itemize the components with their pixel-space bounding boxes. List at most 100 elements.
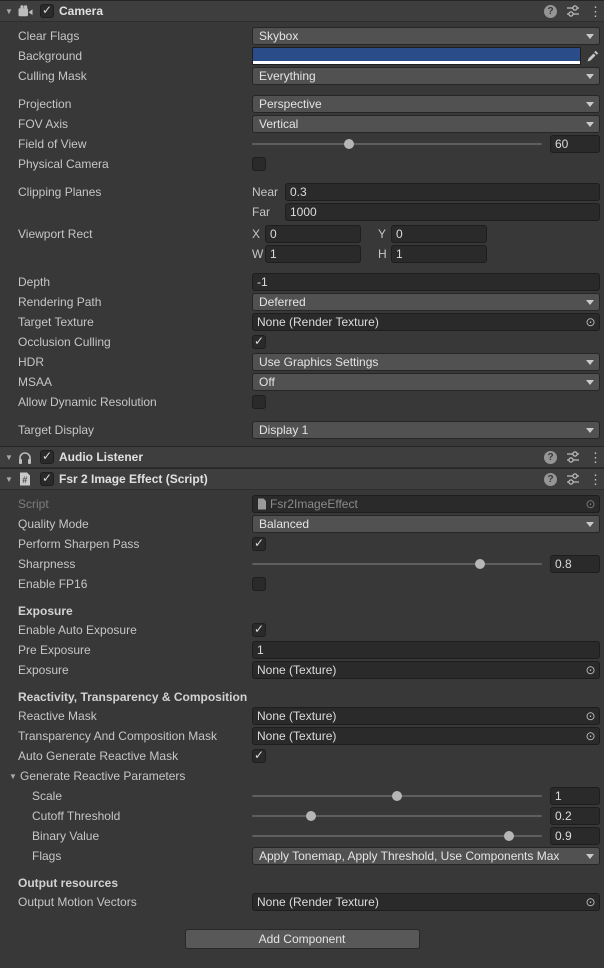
depth-input[interactable]: -1 xyxy=(252,273,600,291)
projection-dropdown[interactable]: Perspective xyxy=(252,95,600,113)
auto-generate-reactive-mask-checkbox[interactable] xyxy=(252,749,266,763)
occlusion-culling-checkbox[interactable] xyxy=(252,335,266,349)
cutoff-threshold-slider[interactable] xyxy=(252,808,542,824)
occlusion-culling-label: Occlusion Culling xyxy=(18,335,252,349)
kebab-menu-icon[interactable]: ⋮ xyxy=(589,451,597,464)
slider-thumb[interactable] xyxy=(306,811,316,821)
physical-camera-label: Physical Camera xyxy=(18,157,252,171)
slider-thumb[interactable] xyxy=(504,831,514,841)
flags-dropdown[interactable]: Apply Tonemap, Apply Threshold, Use Comp… xyxy=(252,847,600,865)
presets-icon[interactable] xyxy=(566,4,580,18)
slider-track[interactable] xyxy=(252,835,542,837)
background-color-swatch[interactable] xyxy=(252,47,581,65)
reactive-mask-field[interactable]: None (Texture) ⊙ xyxy=(252,707,600,725)
slider-thumb[interactable] xyxy=(392,791,402,801)
w-label: W xyxy=(252,247,265,261)
object-value: Fsr2ImageEffect xyxy=(270,497,358,511)
foldout-arrow-icon[interactable] xyxy=(6,772,20,781)
object-picker-icon[interactable]: ⊙ xyxy=(582,894,599,910)
object-picker-icon[interactable]: ⊙ xyxy=(582,314,599,330)
pre-exposure-label: Pre Exposure xyxy=(18,643,252,657)
target-texture-field[interactable]: None (Render Texture) ⊙ xyxy=(252,313,600,331)
viewport-w-input[interactable]: 1 xyxy=(265,245,361,263)
field-of-view-input[interactable]: 60 xyxy=(550,135,600,153)
presets-icon[interactable] xyxy=(566,450,580,464)
audio-listener-component-header[interactable]: Audio Listener ? ⋮ xyxy=(0,446,604,468)
slider-track[interactable] xyxy=(252,563,542,565)
foldout-arrow-icon[interactable] xyxy=(2,475,16,484)
chevron-down-icon xyxy=(586,122,594,127)
hdr-dropdown[interactable]: Use Graphics Settings xyxy=(252,353,600,371)
object-picker-icon[interactable]: ⊙ xyxy=(582,662,599,678)
output-motion-vectors-field[interactable]: None (Render Texture) ⊙ xyxy=(252,893,600,911)
near-input[interactable]: 0.3 xyxy=(285,183,600,201)
slider-thumb[interactable] xyxy=(344,139,354,149)
field-of-view-slider[interactable] xyxy=(252,136,542,152)
object-value: None (Texture) xyxy=(257,729,336,743)
slider-track[interactable] xyxy=(252,815,542,817)
slider-track[interactable] xyxy=(252,143,542,145)
output-motion-vectors-row: Output Motion Vectors None (Render Textu… xyxy=(0,892,604,912)
target-display-dropdown[interactable]: Display 1 xyxy=(252,421,600,439)
clear-flags-dropdown[interactable]: Skybox xyxy=(252,27,600,45)
help-icon[interactable]: ? xyxy=(544,451,557,464)
slider-thumb[interactable] xyxy=(475,559,485,569)
camera-enabled-checkbox[interactable] xyxy=(40,4,54,18)
eyedropper-icon[interactable] xyxy=(584,47,600,65)
enable-fp16-checkbox[interactable] xyxy=(252,577,266,591)
chevron-down-icon xyxy=(586,74,594,79)
pre-exposure-input[interactable]: 1 xyxy=(252,641,600,659)
perform-sharpen-pass-checkbox[interactable] xyxy=(252,537,266,551)
viewport-rect-label: Viewport Rect xyxy=(18,227,252,241)
far-input[interactable]: 1000 xyxy=(285,203,600,221)
allow-dynamic-resolution-checkbox[interactable] xyxy=(252,395,266,409)
binary-value-input[interactable]: 0.9 xyxy=(550,827,600,845)
fov-axis-dropdown[interactable]: Vertical xyxy=(252,115,600,133)
foldout-arrow-icon[interactable] xyxy=(2,453,16,462)
physical-camera-checkbox[interactable] xyxy=(252,157,266,171)
fsr2-component-header[interactable]: # Fsr 2 Image Effect (Script) ? ⋮ xyxy=(0,468,604,490)
help-icon[interactable]: ? xyxy=(544,5,557,18)
exposure-row: Exposure None (Texture) ⊙ xyxy=(0,660,604,680)
flags-label: Flags xyxy=(18,849,252,863)
object-picker-icon[interactable]: ⊙ xyxy=(582,728,599,744)
hdr-row: HDR Use Graphics Settings xyxy=(0,352,604,372)
scale-slider[interactable] xyxy=(252,788,542,804)
msaa-dropdown[interactable]: Off xyxy=(252,373,600,391)
binary-value-slider[interactable] xyxy=(252,828,542,844)
help-icon[interactable]: ? xyxy=(544,473,557,486)
kebab-menu-icon[interactable]: ⋮ xyxy=(589,473,597,486)
viewport-y-input[interactable]: 0 xyxy=(391,225,487,243)
dropdown-value: Balanced xyxy=(259,517,309,531)
transparency-mask-row: Transparency And Composition Mask None (… xyxy=(0,726,604,746)
viewport-x-input[interactable]: 0 xyxy=(265,225,361,243)
flags-row: Flags Apply Tonemap, Apply Threshold, Us… xyxy=(0,846,604,866)
add-component-button[interactable]: Add Component xyxy=(185,929,420,949)
generate-reactive-parameters-row[interactable]: Generate Reactive Parameters xyxy=(0,766,604,786)
culling-mask-dropdown[interactable]: Everything xyxy=(252,67,600,85)
fsr2-enabled-checkbox[interactable] xyxy=(40,472,54,486)
audio-listener-enabled-checkbox[interactable] xyxy=(40,450,54,464)
camera-component-header[interactable]: Camera ? ⋮ xyxy=(0,0,604,22)
object-picker-icon[interactable]: ⊙ xyxy=(582,708,599,724)
chevron-down-icon xyxy=(586,360,594,365)
enable-fp16-label: Enable FP16 xyxy=(18,577,252,591)
presets-icon[interactable] xyxy=(566,472,580,486)
scale-input[interactable]: 1 xyxy=(550,787,600,805)
sharpness-slider[interactable] xyxy=(252,556,542,572)
audio-listener-title: Audio Listener xyxy=(59,450,143,464)
quality-mode-dropdown[interactable]: Balanced xyxy=(252,515,600,533)
foldout-arrow-icon[interactable] xyxy=(2,7,16,16)
sharpness-input[interactable]: 0.8 xyxy=(550,555,600,573)
kebab-menu-icon[interactable]: ⋮ xyxy=(589,5,597,18)
dropdown-value: Perspective xyxy=(259,97,322,111)
enable-auto-exposure-checkbox[interactable] xyxy=(252,623,266,637)
exposure-field[interactable]: None (Texture) ⊙ xyxy=(252,661,600,679)
clipping-planes-near-row: Clipping Planes Near 0.3 xyxy=(0,182,604,202)
viewport-h-input[interactable]: 1 xyxy=(391,245,487,263)
transparency-mask-field[interactable]: None (Texture) ⊙ xyxy=(252,727,600,745)
cutoff-threshold-input[interactable]: 0.2 xyxy=(550,807,600,825)
headphones-icon xyxy=(16,449,34,465)
rendering-path-dropdown[interactable]: Deferred xyxy=(252,293,600,311)
object-picker-icon[interactable]: ⊙ xyxy=(582,496,599,512)
